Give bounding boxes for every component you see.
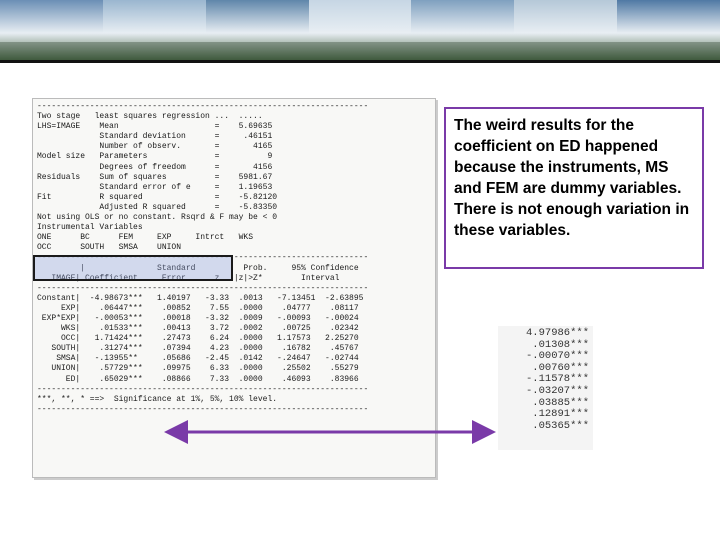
banner-photo bbox=[617, 0, 720, 60]
banner-photo bbox=[102, 0, 206, 60]
instrument-highlight-box bbox=[33, 255, 233, 281]
banner-divider bbox=[0, 60, 720, 63]
comparison-coefficient: .05365*** bbox=[532, 419, 589, 432]
explanation-text: The weird results for the coefficient on… bbox=[454, 117, 690, 239]
comparison-coefficient: 4.97986*** bbox=[525, 327, 589, 339]
banner-photo bbox=[308, 0, 412, 60]
banner-photo bbox=[514, 0, 618, 60]
banner-photo bbox=[0, 0, 103, 60]
comparison-coefficients: 4.97986*** .01308*** -.00070*** .00760*** -.… bbox=[498, 326, 593, 450]
banner-photo bbox=[205, 0, 309, 60]
comparison-coefficient: .12891*** bbox=[532, 408, 589, 421]
regression-output-panel: ----------------------------------------… bbox=[32, 98, 436, 478]
explanation-box: The weird results for the coefficient on… bbox=[444, 107, 704, 269]
banner-photo-strip bbox=[0, 0, 720, 60]
comparison-coefficient: -.03207*** bbox=[525, 384, 589, 397]
banner-photo bbox=[411, 0, 515, 60]
